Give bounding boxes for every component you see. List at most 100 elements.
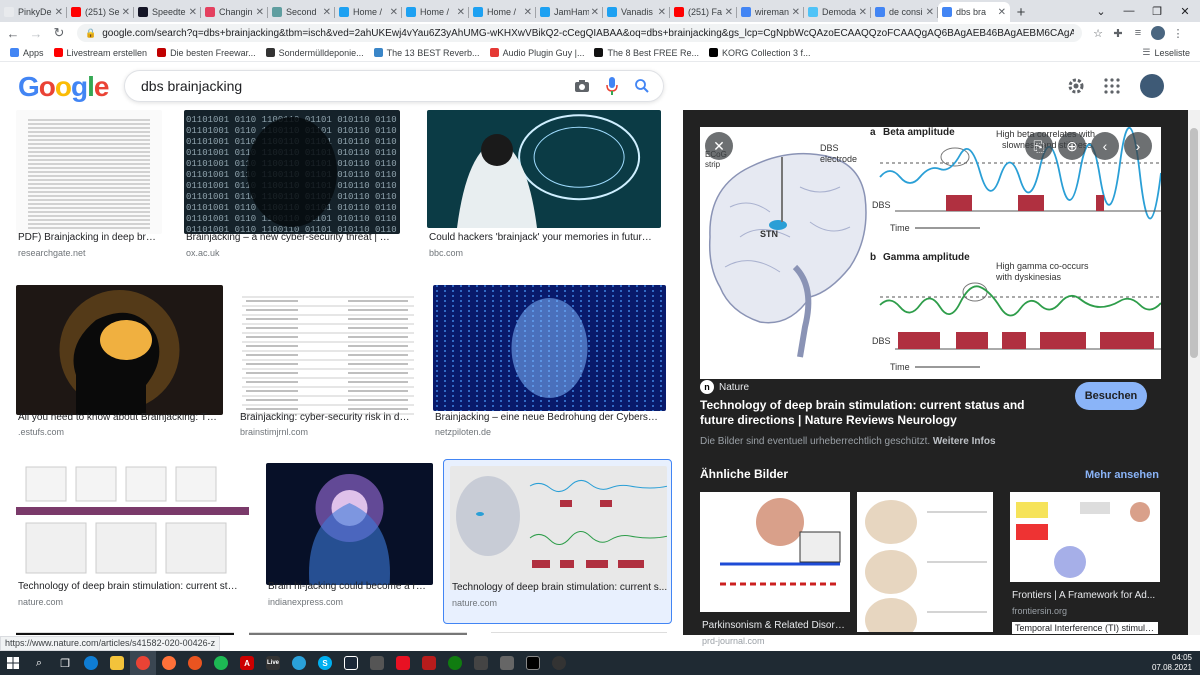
result-source[interactable]: researchgate.net bbox=[18, 248, 86, 258]
bookmark-item[interactable]: The 8 Best FREE Re... bbox=[594, 48, 699, 58]
image-result[interactable]: 01101001 0110 1100110 01101 010110 01100… bbox=[184, 110, 400, 272]
reading-list[interactable]: ☰ Leseliste bbox=[1142, 47, 1190, 58]
tab-close-icon[interactable]: ✕ bbox=[725, 7, 733, 18]
image-result[interactable]: Brainjacking: cyber-security risk in dee… bbox=[238, 285, 418, 451]
editor-icon[interactable] bbox=[390, 651, 416, 675]
result-source[interactable]: netzpiloten.de bbox=[435, 427, 491, 437]
window-close-icon[interactable]: ✕ bbox=[1174, 0, 1196, 22]
settings-app-icon[interactable] bbox=[546, 651, 572, 675]
taskbar-search-icon[interactable]: ⌕ bbox=[26, 651, 52, 675]
browser-tab[interactable]: Second ✕ bbox=[268, 2, 335, 22]
tab-close-icon[interactable]: ✕ bbox=[457, 7, 465, 18]
browser-tab[interactable]: Changin ✕ bbox=[201, 2, 268, 22]
google-logo[interactable]: Google bbox=[18, 71, 109, 103]
image-result[interactable]: Could hackers 'brainjack' your memories … bbox=[427, 110, 661, 272]
result-caption[interactable]: All you need to know about Brainjacking:… bbox=[18, 412, 217, 423]
result-thumbnail[interactable] bbox=[16, 285, 223, 415]
xbox-icon[interactable] bbox=[442, 651, 468, 675]
bookmark-item[interactable]: Apps bbox=[10, 48, 44, 58]
new-tab-button[interactable]: + bbox=[1010, 2, 1032, 22]
image-result[interactable]: PDF) Brainjacking in deep brai... researc… bbox=[16, 110, 162, 272]
related-caption[interactable]: Parkinsonism & Related Disord... bbox=[702, 620, 848, 631]
result-caption[interactable]: Brainjacking: cyber-security risk in dee… bbox=[240, 412, 412, 423]
firefox-icon[interactable] bbox=[156, 651, 182, 675]
scrollbar-thumb[interactable] bbox=[1190, 128, 1198, 358]
windows-start-icon[interactable] bbox=[0, 651, 26, 675]
image-result-partial[interactable] bbox=[491, 632, 667, 635]
result-thumbnail[interactable] bbox=[433, 285, 666, 411]
result-source[interactable]: indianexpress.com bbox=[268, 597, 343, 607]
tab-close-icon[interactable]: ✕ bbox=[122, 7, 130, 18]
tab-close-icon[interactable]: ✕ bbox=[998, 7, 1006, 18]
forward-arrow-icon[interactable]: → bbox=[26, 23, 46, 43]
result-caption[interactable]: PDF) Brainjacking in deep brai... bbox=[18, 232, 156, 243]
chrome-icon[interactable] bbox=[130, 651, 156, 675]
result-thumbnail[interactable] bbox=[266, 463, 433, 585]
bookmark-item[interactable]: KORG Collection 3 f... bbox=[709, 48, 811, 58]
result-caption[interactable]: Technology of deep brain stimulation: cu… bbox=[18, 581, 243, 592]
image-result[interactable]: Brainjacking – eine neue Bedrohung der C… bbox=[433, 285, 666, 451]
pdf-icon[interactable]: A bbox=[234, 651, 260, 675]
browser-tab[interactable]: Speedte ✕ bbox=[134, 2, 201, 22]
result-caption[interactable]: Brain hi-jacking could become a rea... bbox=[268, 581, 427, 592]
image-result[interactable]: Technology of deep brain stimulation: cu… bbox=[443, 459, 672, 624]
result-source[interactable]: bbc.com bbox=[429, 248, 463, 258]
live-icon[interactable]: Live bbox=[260, 651, 286, 675]
result-thumbnail[interactable] bbox=[16, 110, 162, 234]
tab-search-icon[interactable]: ⌄ bbox=[1090, 0, 1112, 22]
search-query[interactable]: dbs brainjacking bbox=[141, 78, 567, 94]
reload-icon[interactable]: ↻ bbox=[49, 23, 69, 43]
system-clock[interactable]: 04:05 07.08.2021 bbox=[1152, 651, 1192, 675]
more-info-link[interactable]: Weitere Infos bbox=[933, 436, 996, 447]
next-image-icon[interactable]: › bbox=[1124, 132, 1152, 160]
search-box[interactable]: dbs brainjacking bbox=[124, 70, 664, 102]
browser-tab[interactable]: wireman ✕ bbox=[737, 2, 804, 22]
browser-tab[interactable]: Home / ✕ bbox=[402, 2, 469, 22]
address-bar[interactable]: 🔒 google.com/search?q=dbs+brainjacking&t… bbox=[77, 24, 1082, 42]
browser-tab[interactable]: JamHam ✕ bbox=[536, 2, 603, 22]
camera-icon[interactable] bbox=[567, 71, 597, 101]
bookmark-item[interactable]: Sondermülldeponie... bbox=[265, 48, 364, 58]
browser-tab[interactable]: Home / ✕ bbox=[469, 2, 536, 22]
result-thumbnail[interactable] bbox=[450, 466, 667, 590]
task-view-icon[interactable]: ❐ bbox=[52, 651, 78, 675]
tab-close-icon[interactable]: ✕ bbox=[390, 7, 398, 18]
result-caption[interactable]: Brainjacking – eine neue Bedrohung der C… bbox=[435, 412, 660, 423]
google-apps-grid-icon[interactable] bbox=[1100, 74, 1124, 98]
ubuntu-icon[interactable] bbox=[182, 651, 208, 675]
previous-image-icon[interactable]: ‹ bbox=[1091, 132, 1119, 160]
image-result[interactable]: Brain hi-jacking could become a rea... in… bbox=[266, 463, 433, 621]
result-thumbnail[interactable] bbox=[16, 463, 249, 585]
telegram-icon[interactable] bbox=[286, 651, 312, 675]
bookmark-item[interactable]: Die besten Freewar... bbox=[157, 48, 256, 58]
image-result-partial[interactable] bbox=[249, 632, 467, 635]
image-result[interactable]: Technology of deep brain stimulation: cu… bbox=[16, 463, 249, 621]
profile-avatar[interactable] bbox=[1148, 23, 1168, 43]
close-preview-icon[interactable]: ✕ bbox=[705, 132, 733, 160]
tab-close-icon[interactable]: ✕ bbox=[323, 7, 331, 18]
result-caption[interactable]: Brainjacking – a new cyber-security thre… bbox=[186, 232, 394, 243]
search-icon[interactable] bbox=[627, 71, 657, 101]
bookmark-item[interactable]: Audio Plugin Guy |... bbox=[489, 48, 584, 58]
settings-gear-icon[interactable] bbox=[1064, 74, 1088, 98]
calculator-icon[interactable] bbox=[494, 651, 520, 675]
result-thumbnail[interactable] bbox=[238, 285, 418, 415]
browser-tab[interactable]: PinkyDe ✕ bbox=[0, 2, 67, 22]
tab-close-icon[interactable]: ✕ bbox=[256, 7, 264, 18]
related-caption[interactable]: Temporal Interference (TI) stimulation bbox=[1012, 622, 1158, 634]
restore-icon[interactable]: ❐ bbox=[1146, 0, 1168, 22]
result-source[interactable]: ox.ac.uk bbox=[186, 248, 220, 258]
terminal-icon[interactable] bbox=[520, 651, 546, 675]
image-result[interactable]: All you need to know about Brainjacking:… bbox=[16, 285, 223, 451]
tab-close-icon[interactable]: ✕ bbox=[859, 7, 867, 18]
browser-tab[interactable]: dbs bra ✕ bbox=[938, 2, 1010, 22]
reading-mode-icon[interactable]: ≡ bbox=[1128, 23, 1148, 43]
visit-button[interactable]: Besuchen bbox=[1075, 382, 1147, 410]
see-more-link[interactable]: Mehr ansehen bbox=[1085, 469, 1159, 481]
tab-close-icon[interactable]: ✕ bbox=[189, 7, 197, 18]
preview-title[interactable]: Technology of deep brain stimulation: cu… bbox=[700, 398, 1050, 428]
microphone-icon[interactable] bbox=[597, 71, 627, 101]
related-source[interactable]: prd-journal.com bbox=[702, 636, 765, 646]
result-thumbnail[interactable] bbox=[427, 110, 661, 228]
related-thumbnail[interactable] bbox=[1010, 492, 1160, 582]
